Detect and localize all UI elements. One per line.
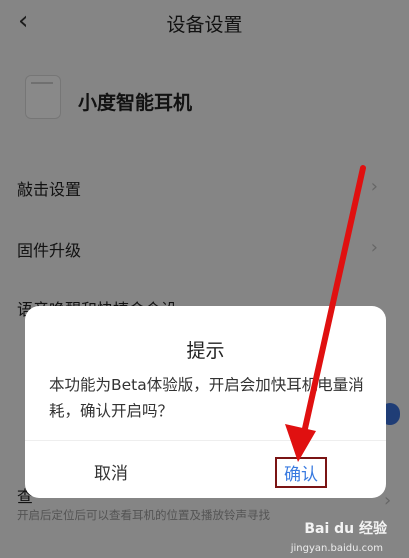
baidu-jingyan-watermark: Bai du 经验 — [304, 521, 387, 537]
arrow-shaft — [299, 165, 366, 445]
watermark-url: jingyan.baidu.com — [290, 543, 383, 554]
arrow-head — [285, 424, 316, 462]
red-annotation-arrow — [285, 165, 366, 462]
